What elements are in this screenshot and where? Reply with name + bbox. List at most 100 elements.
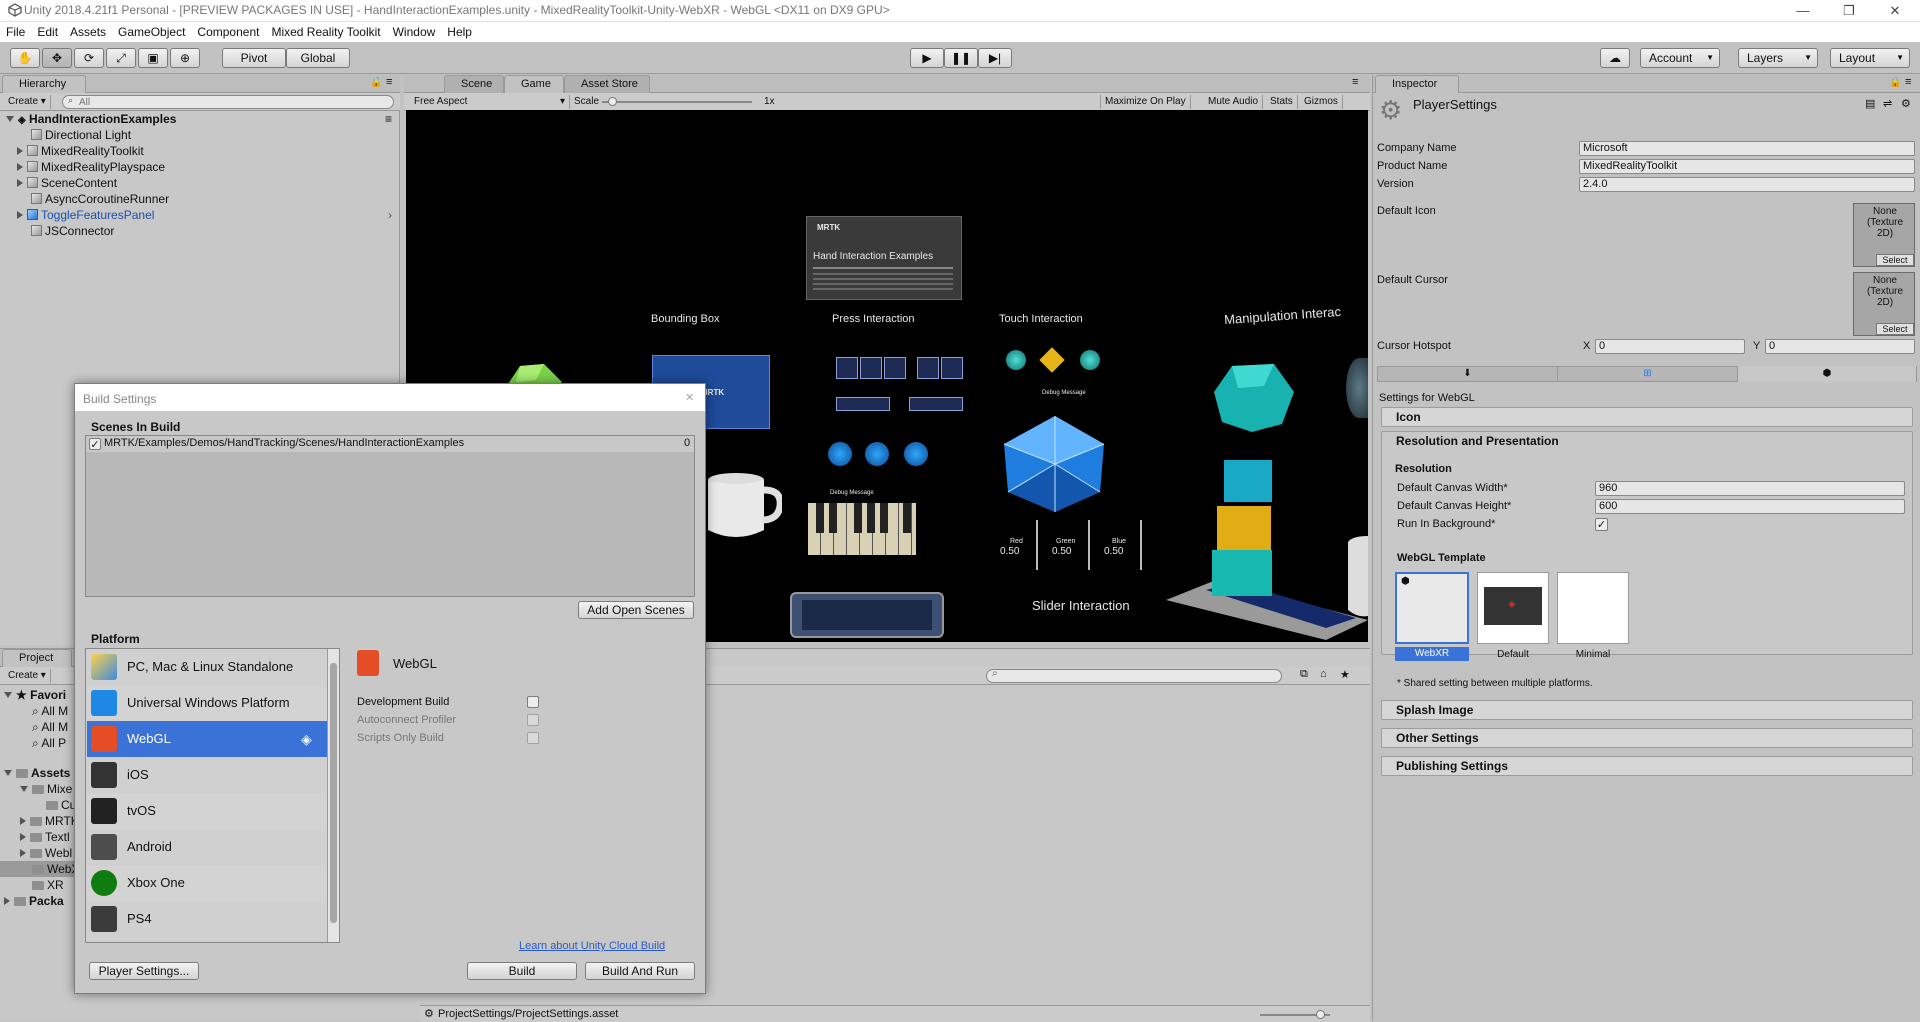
build-and-run-button[interactable]: Build And Run	[585, 962, 695, 980]
version-field[interactable]: 2.4.0	[1579, 177, 1915, 192]
autoconnect-profiler-checkbox[interactable]	[527, 714, 539, 726]
asset-folder[interactable]: Cu	[0, 797, 76, 813]
presets-icon[interactable]: ⇌	[1883, 97, 1892, 110]
scene-menu-icon[interactable]: ≡	[385, 111, 392, 127]
default-cursor-slot[interactable]: None (Texture 2D) Select	[1853, 272, 1915, 336]
splash-image-section[interactable]: Splash Image	[1381, 700, 1913, 720]
packages-row[interactable]: Packa	[0, 893, 64, 909]
resolution-presentation-header[interactable]: Resolution and Presentation	[1396, 434, 1559, 448]
mute-audio-toggle[interactable]: Mute Audio	[1204, 95, 1264, 109]
thumbnail-size-thumb[interactable]	[1316, 1010, 1325, 1019]
expand-arrow-icon[interactable]	[4, 770, 12, 776]
minimize-button[interactable]: —	[1780, 0, 1826, 22]
panel-menu-icon[interactable]: ≡	[386, 76, 392, 88]
scale-slider[interactable]	[602, 101, 752, 103]
scrollbar-thumb[interactable]	[330, 663, 337, 923]
asset-folder[interactable]: Textl	[0, 829, 70, 845]
menu-help[interactable]: Help	[441, 22, 478, 40]
expand-arrow-icon[interactable]	[4, 897, 10, 905]
expand-arrow-icon[interactable]	[20, 849, 26, 857]
aspect-dropdown[interactable]: Free Aspect ▾	[410, 95, 570, 109]
rect-tool-button[interactable]: ▣	[138, 48, 168, 68]
tab-game[interactable]: Game	[504, 75, 564, 93]
expand-arrow-icon[interactable]	[20, 786, 28, 792]
expand-arrow-icon[interactable]	[17, 147, 23, 155]
expand-arrow-icon[interactable]	[6, 116, 14, 122]
hierarchy-item[interactable]: MixedRealityToolkit	[0, 143, 144, 159]
scripts-only-build-checkbox[interactable]	[527, 732, 539, 744]
tab-webgl[interactable]: ⬢	[1738, 366, 1916, 382]
assets-row[interactable]: Assets	[0, 765, 70, 781]
global-button[interactable]: Global	[286, 48, 350, 68]
platform-uwp[interactable]: Universal Windows Platform	[87, 685, 327, 721]
add-open-scenes-button[interactable]: Add Open Scenes	[578, 601, 694, 619]
template-webxr-thumb[interactable]: ⬢	[1395, 572, 1469, 644]
platform-list-scrollbar[interactable]	[327, 649, 339, 942]
menu-window[interactable]: Window	[387, 22, 442, 40]
scene-list-row[interactable]: MRTK/Examples/Demos/HandTracking/Scenes/…	[86, 436, 694, 452]
menu-edit[interactable]: Edit	[31, 22, 64, 40]
settings-gear-icon[interactable]: ⚙	[1901, 97, 1911, 110]
hierarchy-search-input[interactable]	[62, 95, 394, 109]
build-button[interactable]: Build	[467, 962, 577, 980]
default-icon-select-button[interactable]: Select	[1876, 254, 1914, 266]
scene-root-row[interactable]: ◈ HandInteractionExamples ≡	[0, 111, 400, 127]
filter-label-icon[interactable]: ⌂	[1320, 668, 1327, 680]
tab-asset-store[interactable]: Asset Store	[564, 75, 650, 93]
cloud-build-link[interactable]: Learn about Unity Cloud Build	[519, 940, 665, 952]
favorite-item[interactable]: ⌕ All M	[0, 719, 68, 735]
asset-folder[interactable]: MRTK	[0, 813, 79, 829]
panel-menu-icon[interactable]: ≡	[1905, 76, 1911, 88]
pivot-button[interactable]: Pivot	[222, 48, 286, 68]
publishing-settings-section[interactable]: Publishing Settings	[1381, 756, 1913, 776]
run-in-background-checkbox[interactable]	[1595, 518, 1608, 531]
template-webxr-label[interactable]: WebXR	[1395, 647, 1469, 661]
menu-gameobject[interactable]: GameObject	[112, 22, 191, 40]
tab-inspector[interactable]: Inspector	[1375, 75, 1459, 93]
project-search-input[interactable]	[986, 669, 1282, 683]
platform-android[interactable]: Android	[87, 829, 327, 865]
expand-arrow-icon[interactable]	[20, 833, 26, 841]
default-icon-slot[interactable]: None (Texture 2D) Select	[1853, 203, 1915, 267]
play-button[interactable]: ▶	[910, 48, 944, 68]
asset-folder-selected[interactable]: WebX	[0, 861, 79, 877]
favorites-row[interactable]: ★ Favori	[0, 687, 66, 703]
tab-hierarchy[interactable]: Hierarchy	[2, 75, 86, 93]
icon-section[interactable]: Icon	[1381, 407, 1913, 427]
menu-mixed-reality-toolkit[interactable]: Mixed Reality Toolkit	[265, 22, 386, 40]
close-button[interactable]: ✕	[1872, 0, 1918, 22]
panel-menu-icon[interactable]: ≡	[1352, 76, 1358, 88]
canvas-height-field[interactable]: 600	[1595, 499, 1905, 514]
template-minimal-thumb[interactable]	[1557, 572, 1629, 644]
maximize-button[interactable]: ❐	[1826, 0, 1872, 22]
rotate-tool-button[interactable]: ⟳	[74, 48, 104, 68]
account-dropdown[interactable]: Account ▼	[1640, 48, 1720, 68]
step-button[interactable]: ▶|	[978, 48, 1012, 68]
menu-file[interactable]: File	[0, 22, 31, 40]
expand-arrow-icon[interactable]	[4, 692, 12, 698]
help-book-icon[interactable]: ▤	[1865, 97, 1875, 110]
create-dropdown[interactable]: Create ▾	[4, 95, 51, 109]
canvas-width-field[interactable]: 960	[1595, 481, 1905, 496]
layers-dropdown[interactable]: Layers ▼	[1738, 48, 1818, 68]
tab-project[interactable]: Project	[2, 649, 72, 667]
expand-arrow-icon[interactable]	[17, 179, 23, 187]
chevron-right-icon[interactable]: ›	[388, 207, 392, 223]
development-build-checkbox[interactable]	[527, 696, 539, 708]
move-tool-button[interactable]: ✥	[42, 48, 72, 68]
favorite-star-icon[interactable]: ★	[1340, 668, 1350, 681]
scale-tool-button[interactable]: ⤢	[106, 48, 136, 68]
platform-ios[interactable]: iOS	[87, 757, 327, 793]
platform-ps4[interactable]: PS4	[87, 901, 327, 937]
hotspot-x-field[interactable]: 0	[1595, 339, 1745, 354]
tab-uwp[interactable]: ⊞	[1558, 367, 1738, 381]
pause-button[interactable]: ❚❚	[944, 48, 978, 68]
gizmos-dropdown[interactable]: Gizmos	[1300, 95, 1343, 109]
favorite-item[interactable]: ⌕ All M	[0, 703, 68, 719]
asset-folder[interactable]: Webl	[0, 845, 72, 861]
hierarchy-item[interactable]: MixedRealityPlayspace	[0, 159, 165, 175]
platform-xbox[interactable]: Xbox One	[87, 865, 327, 901]
scene-include-checkbox[interactable]	[89, 438, 101, 450]
platform-webgl[interactable]: WebGL ◈	[87, 721, 327, 757]
other-settings-section[interactable]: Other Settings	[1381, 728, 1913, 748]
